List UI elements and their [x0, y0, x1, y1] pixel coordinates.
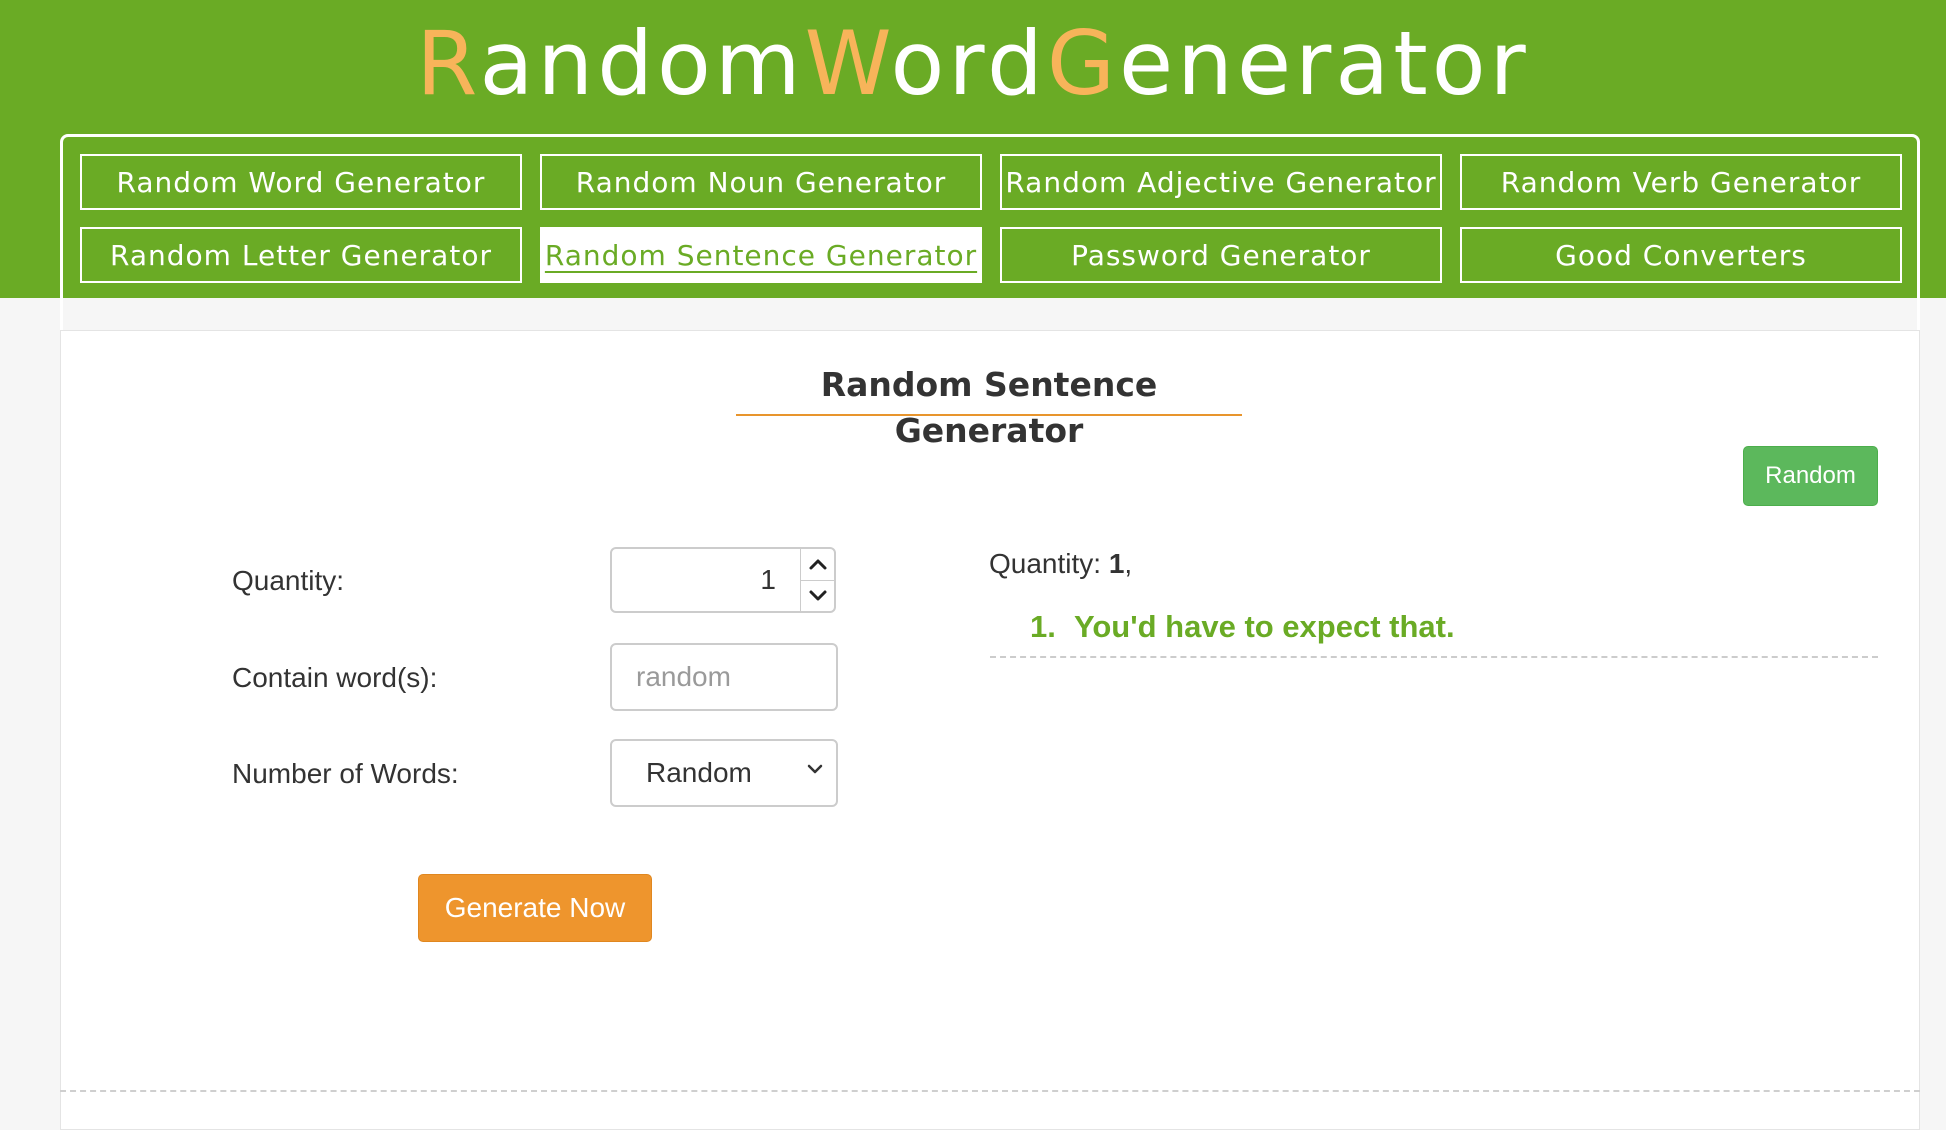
quantity-spinner — [800, 549, 834, 611]
result-quantity: Quantity: 1, — [989, 548, 1132, 580]
chevron-down-icon — [807, 764, 823, 774]
nav-good-converters[interactable]: Good Converters — [1460, 227, 1902, 283]
result-quantity-value: 1 — [1108, 548, 1125, 579]
number-of-words-select[interactable]: Random — [610, 739, 838, 807]
result-list-item: 1. You'd have to expect that. — [990, 604, 1878, 658]
logo-letter-w: W — [804, 12, 891, 115]
nav-random-letter-generator[interactable]: Random Letter Generator — [80, 227, 522, 283]
nav-random-verb-generator[interactable]: Random Verb Generator — [1460, 154, 1902, 210]
number-of-words-label: Number of Words: — [232, 758, 459, 789]
result-item-number: 1. — [1030, 609, 1056, 644]
chevron-down-icon — [809, 590, 826, 601]
contain-words-label: Contain word(s): — [232, 662, 438, 693]
nav-random-sentence-generator[interactable]: Random Sentence Generator — [540, 227, 982, 283]
logo-text-ord: ord — [890, 12, 1047, 115]
chevron-up-icon — [809, 559, 826, 570]
result-quantity-label: Quantity: — [989, 548, 1102, 579]
number-of-words-selected: Random — [646, 757, 752, 788]
nav-random-adjective-generator[interactable]: Random Adjective Generator — [1000, 154, 1442, 210]
quantity-decrement-button[interactable] — [800, 580, 834, 611]
generate-now-button[interactable]: Generate Now — [418, 874, 652, 942]
card-divider — [60, 1090, 1920, 1092]
quantity-increment-button[interactable] — [800, 549, 834, 581]
main-nav: Random Word Generator Random Noun Genera… — [80, 154, 1902, 283]
logo-letter-r: R — [416, 12, 480, 115]
nav-random-noun-generator[interactable]: Random Noun Generator — [540, 154, 982, 210]
result-quantity-suffix: , — [1124, 548, 1133, 579]
logo-text-enerator: enerator — [1119, 12, 1530, 115]
contain-words-input[interactable] — [610, 643, 838, 711]
logo-letter-g: G — [1046, 12, 1120, 115]
nav-password-generator[interactable]: Password Generator — [1000, 227, 1442, 283]
logo-text-andom: andom — [479, 12, 805, 115]
quantity-label: Quantity: — [232, 565, 345, 596]
quantity-value: 1 — [760, 564, 776, 595]
result-sentence[interactable]: You'd have to expect that. — [1074, 604, 1455, 650]
nav-random-word-generator[interactable]: Random Word Generator — [80, 154, 522, 210]
site-logo[interactable]: RandomWordGenerator — [0, 14, 1946, 114]
page-title: Random Sentence Generator — [736, 362, 1242, 450]
random-button[interactable]: Random — [1743, 446, 1878, 506]
quantity-stepper[interactable]: 1 — [610, 547, 836, 613]
